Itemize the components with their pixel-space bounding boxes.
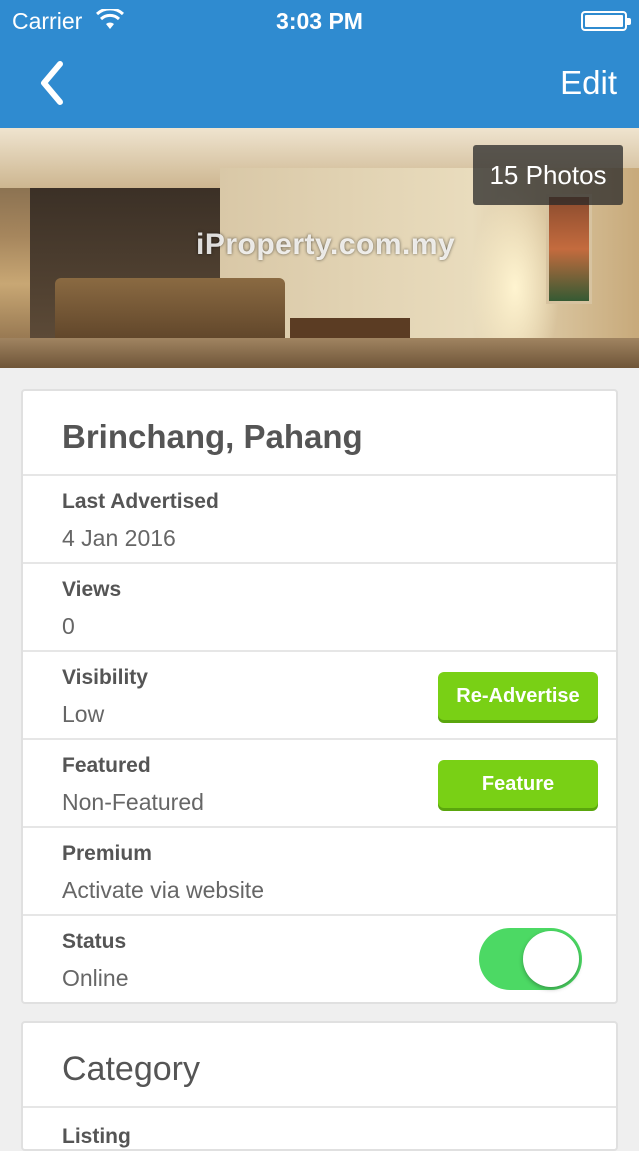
row-label: Visibility bbox=[62, 666, 148, 689]
edit-button[interactable]: Edit bbox=[560, 64, 617, 102]
detail-row-featured: Featured Non-Featured Feature bbox=[23, 740, 616, 828]
row-value: Non-Featured bbox=[62, 789, 204, 815]
detail-row-status: Status Online bbox=[23, 916, 616, 1004]
row-value: 4 Jan 2016 bbox=[62, 525, 176, 551]
clock: 3:03 PM bbox=[276, 8, 363, 34]
row-label: Status bbox=[62, 930, 127, 953]
toggle-knob bbox=[523, 931, 579, 987]
row-label: Featured bbox=[62, 754, 151, 777]
row-label: Views bbox=[62, 578, 122, 601]
status-toggle[interactable] bbox=[479, 928, 582, 990]
row-value: Activate via website bbox=[62, 877, 264, 903]
row-label: Last Advertised bbox=[62, 490, 219, 513]
status-bar: Carrier 3:03 PM bbox=[0, 0, 639, 40]
category-card: Category Listing bbox=[21, 1021, 618, 1151]
chevron-left-icon bbox=[41, 61, 63, 105]
detail-row-visibility: Visibility Low Re-Advertise bbox=[23, 652, 616, 740]
detail-row-views: Views 0 bbox=[23, 564, 616, 652]
navigation-bar: Edit bbox=[0, 40, 639, 128]
back-button[interactable] bbox=[30, 58, 80, 108]
row-value: 0 bbox=[62, 613, 75, 639]
row-value: Online bbox=[62, 965, 129, 991]
feature-button[interactable]: Feature bbox=[438, 760, 598, 808]
detail-row-premium: Premium Activate via website bbox=[23, 828, 616, 916]
listing-details-card: Brinchang, Pahang Last Advertised 4 Jan … bbox=[21, 389, 618, 1004]
row-value: Low bbox=[62, 701, 105, 727]
wall-art-image bbox=[546, 194, 592, 304]
category-title: Category bbox=[23, 1023, 616, 1108]
photo-watermark: iProperty.com.my bbox=[196, 228, 456, 261]
listing-title: Brinchang, Pahang bbox=[23, 391, 616, 476]
category-row-label: Listing bbox=[62, 1125, 131, 1148]
battery-icon bbox=[581, 11, 631, 31]
photos-count-button[interactable]: 15 Photos bbox=[473, 145, 623, 205]
re-advertise-button[interactable]: Re-Advertise bbox=[438, 672, 598, 720]
detail-row-last-advertised: Last Advertised 4 Jan 2016 bbox=[23, 476, 616, 564]
row-label: Premium bbox=[62, 842, 152, 865]
listing-photo[interactable]: iProperty.com.my 15 Photos bbox=[0, 128, 639, 368]
